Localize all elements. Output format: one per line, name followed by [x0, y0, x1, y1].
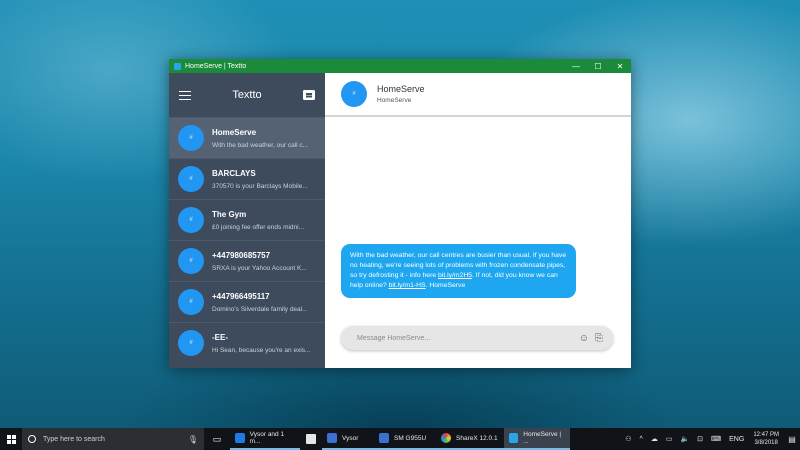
chat-header: # HomeServe HomeServe: [325, 73, 631, 117]
message-text: . HomeServe: [425, 282, 466, 289]
cloud-icon[interactable]: ☁: [651, 435, 658, 443]
network-icon[interactable]: ⊡: [697, 435, 703, 443]
contact-avatar: #: [341, 81, 367, 107]
conversation-preview: Hi Sean, because you're an exis...: [212, 346, 311, 354]
system-tray: ⚇ ^ ☁ ▭ 🔈 ⊡ ⌨ ENG 12:47 PM 3/8/2018 ▤: [621, 428, 800, 450]
conversation-preview: With the bad weather, our call c...: [212, 141, 309, 149]
conversation-name: HomeServe: [212, 127, 257, 137]
taskbar-app-label: Vysor: [342, 434, 359, 442]
clock-time: 12:47 PM: [753, 432, 779, 438]
conversation-name: The Gym: [212, 209, 247, 219]
conversation-name: +447980685757: [212, 250, 271, 260]
volume-icon[interactable]: 🔈: [680, 435, 689, 443]
language-indicator[interactable]: ENG: [729, 436, 744, 443]
message-input[interactable]: [357, 334, 573, 342]
conversation-item[interactable]: # +447980685757 SRXA is your Yahoo Accou…: [169, 240, 325, 281]
show-hidden-icons-icon[interactable]: ^: [640, 436, 643, 443]
app-title: Textto: [232, 89, 262, 101]
contact-avatar: #: [178, 330, 204, 356]
edge-icon: [235, 433, 245, 443]
action-center-icon[interactable]: ▤: [784, 428, 800, 450]
textto-app-icon: [174, 62, 181, 70]
taskbar: Type here to search 🎙 ▭ Vysor and 1 m...…: [0, 428, 800, 450]
window-title: HomeServe | Textto: [185, 62, 247, 70]
taskbar-app-textto[interactable]: HomeServe | ...: [504, 428, 570, 450]
start-button[interactable]: [0, 428, 22, 450]
conversation-item[interactable]: # BARCLAYS 370570 is your Barclays Mobil…: [169, 158, 325, 199]
taskbar-app-vysor[interactable]: Vysor: [322, 428, 374, 450]
attachment-icon[interactable]: ⎘: [595, 333, 603, 344]
emoji-icon[interactable]: ☺: [579, 333, 589, 344]
clock-date: 3/8/2018: [754, 440, 778, 446]
app-body: Textto # HomeServe With the bad weather,…: [169, 73, 631, 368]
store-icon: [306, 434, 316, 444]
conversation-name: -EE-: [212, 332, 228, 342]
conversation-item[interactable]: # +447966495117 Domino's Silverdale fami…: [169, 281, 325, 322]
contact-avatar: #: [178, 207, 204, 233]
close-button[interactable]: ✕: [609, 59, 631, 73]
windows-icon: [6, 434, 16, 444]
sidebar: Textto # HomeServe With the bad weather,…: [169, 73, 325, 368]
conversation-item[interactable]: # -EE- Hi Sean, because you're an exis..…: [169, 322, 325, 363]
taskbar-app-label: HomeServe | ...: [523, 431, 562, 445]
taskbar-app-sharex[interactable]: ShareX 12.0.1: [436, 428, 504, 450]
taskbar-app-label: ShareX 12.0.1: [456, 434, 498, 442]
message-link[interactable]: bit.ly/m2H5: [438, 272, 472, 279]
menu-icon[interactable]: [179, 90, 191, 100]
taskbar-app-label: SM G955U: [394, 434, 427, 442]
clock[interactable]: 12:47 PM 3/8/2018: [753, 431, 779, 447]
cortana-icon: [28, 435, 36, 443]
microphone-icon[interactable]: 🎙: [188, 435, 198, 444]
taskbar-search[interactable]: Type here to search 🎙: [22, 428, 204, 450]
chat-contact-number: HomeServe: [377, 97, 412, 104]
chat-panel: # HomeServe HomeServe With the bad weath…: [325, 73, 631, 368]
maximize-button[interactable]: ☐: [587, 59, 609, 73]
chat-contact-name: HomeServe: [377, 84, 425, 94]
textto-icon: [509, 433, 519, 443]
contact-avatar: #: [178, 125, 204, 151]
contact-avatar: #: [178, 166, 204, 192]
sharex-icon: [441, 433, 451, 443]
conversation-preview: SRXA is your Yahoo Account K...: [212, 264, 307, 272]
search-placeholder: Type here to search: [43, 435, 105, 443]
taskbar-app-device[interactable]: SM G955U: [374, 428, 436, 450]
task-view-icon[interactable]: ▭: [204, 428, 230, 450]
sidebar-header: Textto: [169, 73, 325, 117]
message-bubble: With the bad weather, our call centres a…: [341, 244, 576, 298]
minimize-button[interactable]: —: [565, 59, 587, 73]
battery-icon[interactable]: ▭: [666, 435, 673, 443]
conversation-preview: 370570 is your Barclays Mobile...: [212, 182, 308, 190]
conversation-preview: Domino's Silverdale family deal...: [212, 305, 308, 313]
conversation-item[interactable]: # The Gym £0 joining fee offer ends midn…: [169, 199, 325, 240]
people-icon[interactable]: ⚇: [625, 435, 631, 443]
taskbar-app-label: Vysor and 1 m...: [249, 431, 285, 445]
conversation-name: BARCLAYS: [212, 168, 256, 178]
contact-avatar: #: [178, 248, 204, 274]
window-titlebar[interactable]: HomeServe | Textto — ☐ ✕: [169, 59, 631, 73]
taskbar-app-store[interactable]: [300, 428, 322, 450]
contact-avatar: #: [178, 289, 204, 315]
taskbar-app-edge[interactable]: Vysor and 1 m...: [230, 428, 300, 450]
vysor-device-icon: [379, 433, 389, 443]
new-message-icon[interactable]: [303, 90, 315, 100]
conversation-item[interactable]: # HomeServe With the bad weather, our ca…: [169, 117, 325, 158]
conversation-name: +447966495117: [212, 291, 270, 301]
conversation-preview: £0 joining fee offer ends midni...: [212, 223, 305, 231]
message-link[interactable]: bit.ly/m1-HS: [389, 282, 426, 289]
message-composer: ☺ ⎘: [341, 326, 613, 350]
vysor-icon: [327, 433, 337, 443]
app-window: HomeServe | Textto — ☐ ✕ Textto # HomeSe…: [169, 59, 631, 368]
keyboard-icon[interactable]: ⌨: [711, 435, 721, 443]
